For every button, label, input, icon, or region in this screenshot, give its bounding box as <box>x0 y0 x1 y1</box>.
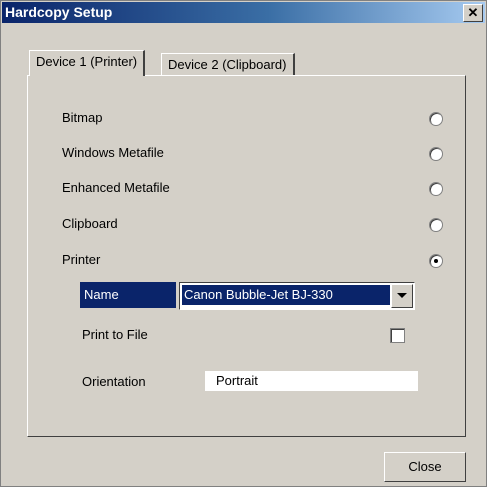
tab-device-2-clipboard[interactable]: Device 2 (Clipboard) <box>161 53 295 76</box>
option-label-bitmap: Bitmap <box>62 110 103 125</box>
option-label-enhanced-metafile: Enhanced Metafile <box>62 180 170 195</box>
print-to-file-checkbox[interactable] <box>390 328 405 343</box>
printer-name-label-text: Name <box>84 287 119 302</box>
print-to-file-label: Print to File <box>82 327 148 342</box>
dialog-title: Hardcopy Setup <box>5 4 113 20</box>
radio-windows-metafile[interactable] <box>429 147 443 161</box>
close-icon[interactable]: ✕ <box>463 4 483 22</box>
printer-name-label: Name <box>80 282 176 308</box>
hardcopy-setup-dialog: Hardcopy Setup ✕ Device 1 (Printer) Devi… <box>0 0 487 487</box>
orientation-field[interactable]: Portrait <box>205 371 418 391</box>
title-bar[interactable]: Hardcopy Setup ✕ <box>2 2 485 23</box>
radio-selected-dot <box>434 259 438 263</box>
chevron-down-icon <box>397 293 407 298</box>
radio-clipboard[interactable] <box>429 218 443 232</box>
close-button[interactable]: Close <box>384 452 466 482</box>
printer-name-dropdown[interactable]: Canon Bubble-Jet BJ-330 <box>179 282 415 310</box>
orientation-label: Orientation <box>82 374 146 389</box>
printer-name-value: Canon Bubble-Jet BJ-330 <box>182 285 390 305</box>
option-label-printer: Printer <box>62 252 101 267</box>
radio-printer[interactable] <box>429 254 443 268</box>
option-label-windows-metafile: Windows Metafile <box>62 145 164 160</box>
radio-enhanced-metafile[interactable] <box>429 182 443 196</box>
tab-device-1-printer[interactable]: Device 1 (Printer) <box>29 50 146 76</box>
option-label-clipboard: Clipboard <box>62 216 118 231</box>
dropdown-button[interactable] <box>391 284 413 308</box>
radio-bitmap[interactable] <box>429 112 443 126</box>
